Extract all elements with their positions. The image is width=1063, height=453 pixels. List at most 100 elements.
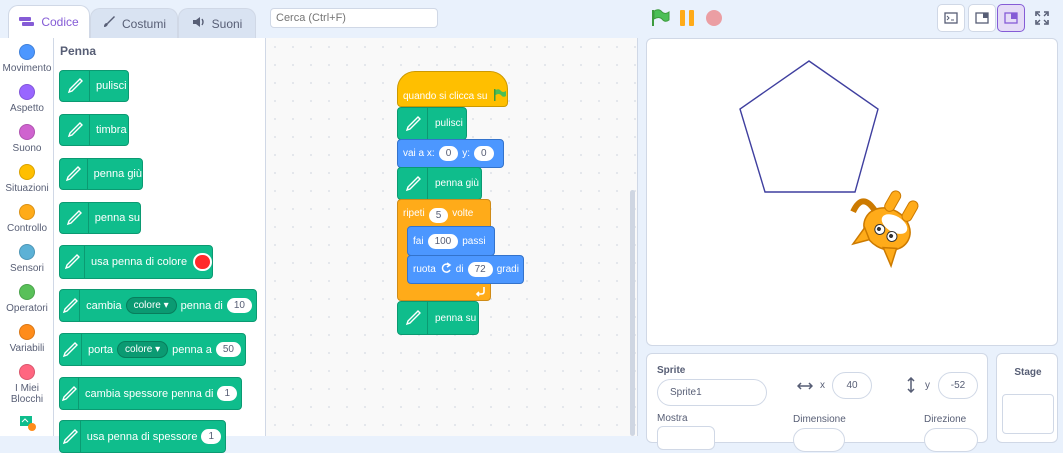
block-pen-stamp[interactable]: timbra	[59, 114, 129, 146]
block-label: fai	[413, 235, 424, 247]
category-control[interactable]: Controllo	[0, 204, 54, 234]
stage-thumbnail[interactable]	[1002, 394, 1054, 434]
fullscreen-icon[interactable]	[1028, 4, 1056, 32]
x-position-input[interactable]: 40	[832, 372, 872, 399]
small-stage-icon[interactable]	[968, 4, 996, 32]
category-dot	[19, 324, 35, 340]
block-label: penna su	[94, 212, 140, 224]
block-move-steps[interactable]: fai 100 passi	[407, 226, 495, 256]
category-label: Controllo	[6, 223, 48, 234]
y-label: y	[925, 380, 930, 391]
category-pen-extension[interactable]	[0, 414, 54, 435]
category-events[interactable]: Situazioni	[0, 164, 54, 194]
block-pen-up[interactable]: penna su	[59, 202, 141, 234]
tab-label: Suoni	[211, 16, 243, 31]
block-label: di	[455, 264, 464, 275]
stop-icon[interactable]	[705, 9, 723, 30]
size-input[interactable]	[793, 428, 845, 452]
pause-icon[interactable]	[678, 9, 696, 30]
visibility-toggle[interactable]	[657, 426, 715, 450]
block-turn-degrees[interactable]: ruota di 72 gradi	[407, 255, 524, 284]
number-input[interactable]: 0	[474, 146, 494, 161]
category-my-blocks[interactable]: I Miei Blocchi	[0, 364, 54, 405]
block-label: penna giù	[93, 168, 142, 180]
category-label: I Miei Blocchi	[10, 383, 44, 405]
direction-label: Direzione	[924, 414, 967, 425]
number-input[interactable]: 72	[467, 262, 493, 277]
green-flag-icon[interactable]	[650, 8, 670, 31]
pen-icon	[398, 302, 428, 334]
block-set-pen-param[interactable]: porta colore ▾ penna a 50	[59, 333, 246, 366]
block-label: penna giù	[435, 178, 479, 189]
sprite-info-panel: Sprite Sprite1 x 40 y -52 Mostra Dimensi…	[646, 353, 988, 452]
block-label: ripeti	[403, 208, 425, 219]
speaker-icon	[192, 16, 206, 31]
number-input[interactable]: 1	[201, 429, 221, 444]
number-input[interactable]: 0	[438, 146, 459, 161]
workspace-scrollbar[interactable]	[630, 190, 635, 436]
cat-sprite[interactable]	[839, 177, 927, 269]
block-label: ruota	[413, 264, 436, 275]
category-label: Operatori	[6, 303, 48, 314]
console-icon[interactable]	[937, 4, 965, 32]
block-label: penna di	[180, 299, 223, 312]
block-pen-up[interactable]: penna su	[397, 301, 479, 335]
block-when-flag-clicked[interactable]: quando si clicca su	[397, 71, 508, 107]
dropdown-value: colore	[125, 344, 153, 355]
block-label: porta	[87, 343, 114, 356]
x-label: x	[820, 380, 825, 391]
category-label: Sensori	[10, 263, 44, 274]
block-label: gradi	[496, 264, 519, 275]
tab-costumes[interactable]: Costumi	[90, 8, 178, 38]
block-pen-clear[interactable]: pulisci	[59, 70, 129, 102]
category-sound[interactable]: Suono	[0, 124, 54, 154]
loop-arrow-icon	[475, 285, 487, 300]
category-looks[interactable]: Aspetto	[0, 84, 54, 114]
stage-selector[interactable]: Stage	[996, 353, 1058, 443]
number-input[interactable]: 100	[427, 233, 459, 249]
category-motion[interactable]: Movimento	[0, 44, 54, 74]
block-set-pen-color[interactable]: usa penna di colore	[59, 245, 213, 279]
category-operators[interactable]: Operatori	[0, 284, 54, 314]
block-label: pulisci	[435, 118, 463, 129]
y-position-input[interactable]: -52	[938, 372, 978, 399]
category-sensing[interactable]: Sensori	[0, 244, 54, 274]
color-swatch[interactable]	[193, 253, 212, 271]
pen-icon	[60, 246, 86, 278]
category-label: Variabili	[9, 343, 45, 354]
tab-label: Costumi	[121, 16, 166, 31]
code-icon	[19, 15, 35, 30]
stage-label: Stage	[1014, 367, 1042, 378]
category-variables[interactable]: Variabili	[0, 324, 54, 354]
block-label: usa penna di spessore	[86, 430, 198, 443]
number-input[interactable]: 1	[217, 386, 237, 401]
block-go-to-xy[interactable]: vai a x: 0 y: 0	[397, 139, 504, 168]
param-dropdown[interactable]: colore ▾	[117, 341, 169, 358]
block-pen-clear[interactable]: pulisci	[397, 107, 467, 140]
normal-stage-icon[interactable]	[997, 4, 1025, 32]
number-input[interactable]: 5	[428, 208, 449, 223]
block-change-pen-param[interactable]: cambia colore ▾ penna di 10	[59, 289, 257, 322]
pen-icon	[60, 115, 90, 145]
tab-code[interactable]: Codice	[8, 5, 90, 38]
pentagon-drawing	[739, 60, 879, 193]
green-flag-icon	[493, 88, 507, 105]
search-input[interactable]	[270, 8, 438, 28]
block-pen-down[interactable]: penna giù	[397, 167, 482, 200]
category-dot	[19, 164, 35, 180]
block-change-pen-size[interactable]: cambia spessore penna di 1	[59, 377, 242, 410]
pen-icon	[60, 421, 81, 452]
horizontal-arrows-icon	[796, 380, 814, 394]
tab-sounds[interactable]: Suoni	[178, 8, 256, 38]
number-input[interactable]: 10	[226, 298, 252, 313]
block-label: usa penna di colore	[91, 256, 188, 268]
direction-input[interactable]	[924, 428, 978, 452]
sprite-name-input[interactable]: Sprite1	[657, 379, 767, 406]
stage-canvas[interactable]	[646, 38, 1058, 346]
block-pen-down[interactable]: penna giù	[59, 158, 143, 190]
block-set-pen-size[interactable]: usa penna di spessore 1	[59, 420, 226, 453]
block-label: pulisci	[96, 80, 127, 92]
block-label: quando si clicca su	[403, 90, 488, 102]
number-input[interactable]: 50	[215, 342, 241, 357]
param-dropdown[interactable]: colore ▾	[125, 297, 177, 314]
